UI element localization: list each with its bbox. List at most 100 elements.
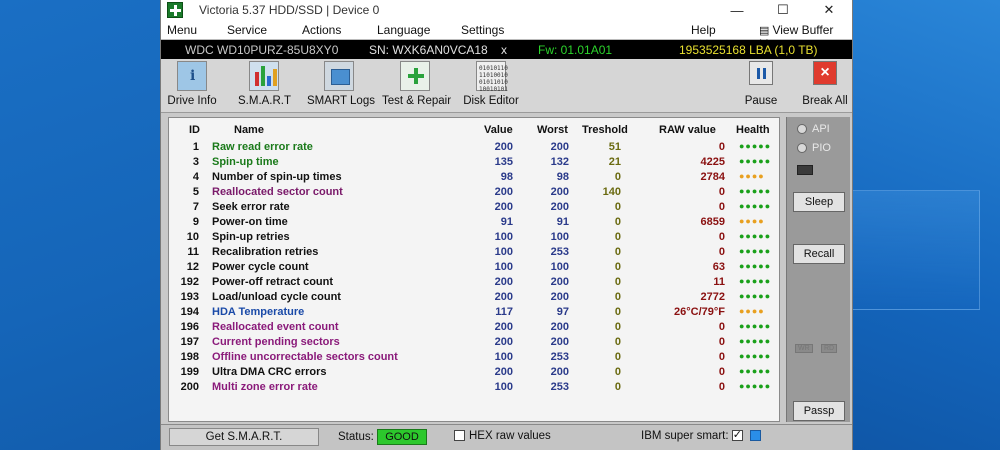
cell-health-dots-icon: ●●●●● [739, 366, 772, 376]
table-row[interactable]: 192 Power-off retract count 200 200 0 11 ●●●●● [169, 275, 779, 290]
cell-name: Raw read error rate [212, 141, 313, 153]
cell-worst: 200 [550, 321, 569, 333]
menu-item-menu[interactable]: Menu [167, 23, 197, 37]
tab-smart-logs[interactable]: SMART Logs [307, 61, 375, 107]
smart-bars-icon [249, 61, 279, 91]
table-row[interactable]: 194 HDA Temperature 117 97 0 26°C/79°F ●●●● [169, 305, 779, 320]
cell-name: Reallocated event count [212, 321, 339, 333]
table-row[interactable]: 199 Ultra DMA CRC errors 200 200 0 0 ●●●●● [169, 365, 779, 380]
device-model: WDC WD10PURZ-85U8XY0 [185, 43, 339, 57]
get-smart-button[interactable]: Get S.M.A.R.T. [169, 428, 319, 446]
cell-name: Recalibration retries [212, 246, 319, 258]
hex-raw-values-checkbox[interactable]: HEX raw values [454, 430, 551, 442]
menu-item-language[interactable]: Language [377, 23, 430, 37]
cell-worst: 200 [550, 336, 569, 348]
cell-worst: 100 [550, 231, 569, 243]
cell-raw: 0 [718, 366, 725, 378]
menu-item-actions[interactable]: Actions [302, 23, 341, 37]
cell-health-dots-icon: ●●●●● [739, 186, 772, 196]
tab-label: Disk Editor [463, 95, 519, 107]
pio-radio[interactable]: PIO [797, 142, 831, 154]
cell-threshold: 0 [614, 366, 621, 378]
cell-value: 100 [494, 231, 513, 243]
tab-test-repair[interactable]: Test & Repair [382, 61, 451, 107]
col-header-worst[interactable]: Worst [537, 124, 568, 136]
cell-threshold: 0 [614, 351, 621, 363]
table-row[interactable]: 198 Offline uncorrectable sectors count 10… [169, 350, 779, 365]
table-row[interactable]: 4 Number of spin-up times 98 98 0 2784 ●●●● [169, 170, 779, 185]
table-row[interactable]: 9 Power-on time 91 91 0 6859 ●●●● [169, 215, 779, 230]
cell-name: Power-off retract count [212, 276, 334, 288]
status-label: Status: [338, 431, 374, 443]
tab-smart[interactable]: S.M.A.R.T [238, 61, 292, 107]
menu-item-settings[interactable]: Settings [461, 23, 504, 37]
hex-label: HEX raw values [469, 430, 551, 442]
minimize-icon[interactable]: — [714, 0, 760, 20]
device-serial: SN: WXK6AN0VCA18 [369, 43, 488, 57]
cell-id: 12 [186, 261, 199, 273]
table-row[interactable]: 200 Multi zone error rate 100 253 0 0 ●●●●● [169, 380, 779, 395]
cell-threshold: 0 [614, 291, 621, 303]
cell-threshold: 0 [614, 201, 621, 213]
table-row[interactable]: 1 Raw read error rate 200 200 51 0 ●●●●● [169, 140, 779, 155]
cell-raw: 6859 [700, 216, 725, 228]
cell-raw: 0 [718, 231, 725, 243]
pause-label: Pause [744, 95, 778, 107]
maximize-icon[interactable]: ☐ [760, 0, 806, 20]
cell-threshold: 0 [614, 171, 621, 183]
menu-bar: Menu Service Actions Language Settings H… [161, 20, 852, 51]
pause-icon [749, 61, 773, 85]
break-all-button[interactable]: × Break All [801, 61, 849, 107]
menu-item-help[interactable]: Help [691, 23, 716, 37]
api-radio[interactable]: API [797, 123, 830, 135]
table-row[interactable]: 11 Recalibration retries 100 253 0 0 ●●●●● [169, 245, 779, 260]
cell-worst: 200 [550, 366, 569, 378]
col-header-threshold[interactable]: Treshold [582, 124, 628, 136]
col-header-name[interactable]: Name [234, 124, 264, 136]
table-row[interactable]: 3 Spin-up time 135 132 21 4225 ●●●●● [169, 155, 779, 170]
tab-label: S.M.A.R.T [238, 95, 292, 107]
col-header-value[interactable]: Value [484, 124, 513, 136]
recall-button[interactable]: Recall [793, 244, 845, 264]
pause-button[interactable]: Pause [741, 61, 781, 107]
desktop-window-pane [840, 190, 980, 310]
wr-indicator: WR [795, 344, 813, 353]
col-header-id[interactable]: ID [189, 124, 200, 136]
tab-disk-editor[interactable]: 01010110 11010010 01011010 10010101 Disk… [463, 61, 519, 107]
table-row[interactable]: 7 Seek error rate 200 200 0 0 ●●●●● [169, 200, 779, 215]
cell-threshold: 0 [614, 231, 621, 243]
binary-editor-icon: 01010110 11010010 01011010 10010101 [476, 61, 508, 93]
ibm-super-smart-checkbox[interactable]: IBM super smart: [641, 428, 747, 442]
table-row[interactable]: 197 Current pending sectors 200 200 0 0 ●●●●● [169, 335, 779, 350]
blue-indicator-icon[interactable] [750, 430, 761, 441]
table-row[interactable]: 193 Load/unload cycle count 200 200 0 2772 ●●●… [169, 290, 779, 305]
table-row[interactable]: 10 Spin-up retries 100 100 0 0 ●●●●● [169, 230, 779, 245]
cell-id: 193 [180, 291, 199, 303]
cell-threshold: 0 [614, 306, 621, 318]
sleep-button[interactable]: Sleep [793, 192, 845, 212]
table-row[interactable]: 12 Power cycle count 100 100 0 63 ●●●●● [169, 260, 779, 275]
checkbox-icon [454, 430, 465, 441]
passp-button[interactable]: Passp [793, 401, 845, 421]
cell-raw: 26°C/79°F [674, 306, 725, 318]
table-row[interactable]: 196 Reallocated event count 200 200 0 0 ●●●●● [169, 320, 779, 335]
table-row[interactable]: 5 Reallocated sector count 200 200 140 0 ●●●●● [169, 185, 779, 200]
cell-name: Power cycle count [212, 261, 309, 273]
cell-health-dots-icon: ●●●● [739, 306, 765, 316]
col-header-raw[interactable]: RAW value [659, 124, 716, 136]
tab-drive-info[interactable]: Drive Info [167, 61, 217, 107]
cell-name: Spin-up retries [212, 231, 290, 243]
cell-raw: 0 [718, 321, 725, 333]
cell-health-dots-icon: ●●●●● [739, 381, 772, 391]
cell-name: Power-on time [212, 216, 288, 228]
cell-health-dots-icon: ●●●● [739, 171, 765, 181]
cell-value: 200 [494, 366, 513, 378]
menu-item-service[interactable]: Service [227, 23, 267, 37]
cell-id: 200 [180, 381, 199, 393]
cell-value: 100 [494, 381, 513, 393]
cell-id: 198 [180, 351, 199, 363]
cell-value: 135 [494, 156, 513, 168]
col-header-health[interactable]: Health [736, 124, 770, 136]
cell-value: 200 [494, 186, 513, 198]
close-icon[interactable]: ✕ [806, 0, 852, 20]
